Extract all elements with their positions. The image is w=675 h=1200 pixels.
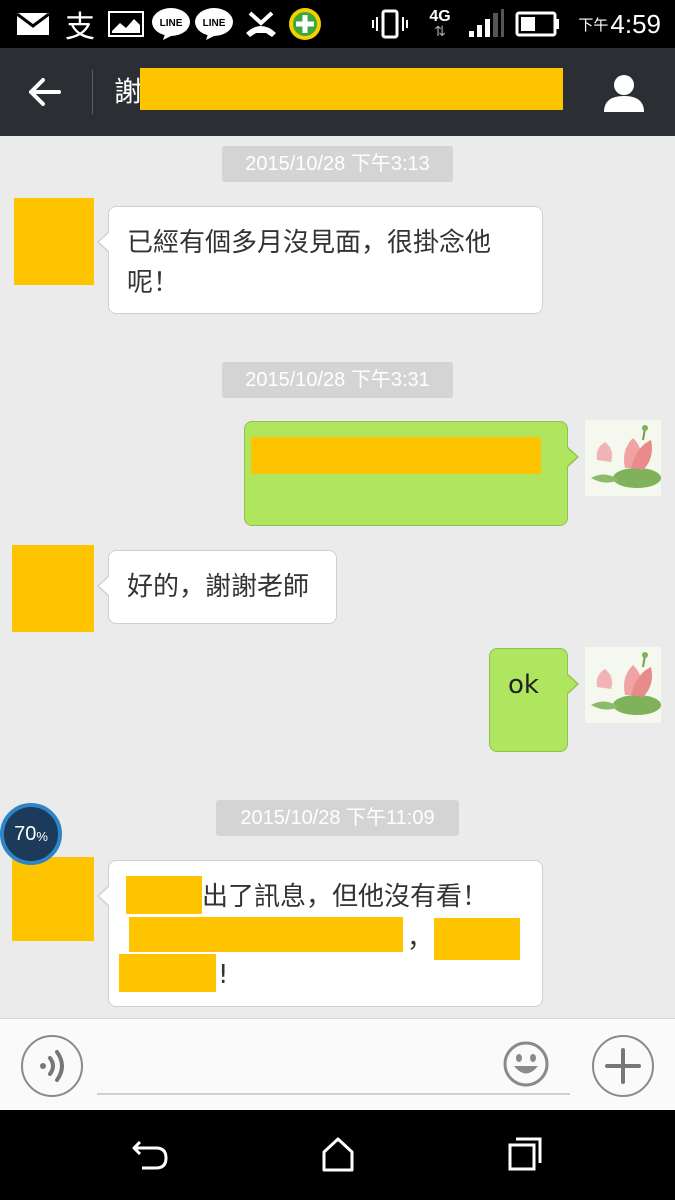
outgoing-message[interactable] <box>244 421 579 526</box>
message-redaction <box>434 918 520 960</box>
360-security-icon <box>286 8 324 40</box>
signal-icon <box>466 8 506 40</box>
system-nav-bar <box>0 1110 675 1200</box>
avatar[interactable] <box>12 545 94 632</box>
incoming-message[interactable]: 出了訊息，但他沒有看！ ， ! <box>97 860 543 1007</box>
battery-icon <box>514 8 562 40</box>
plus-icon <box>605 1048 641 1084</box>
nav-back-button[interactable] <box>130 1134 170 1174</box>
message-text: ok <box>508 670 539 700</box>
input-bar <box>0 1018 675 1110</box>
return-icon <box>132 1140 168 1170</box>
header-divider <box>92 70 93 114</box>
person-icon <box>604 75 644 112</box>
missed-call-icon <box>242 8 280 40</box>
alipay-icon: 支 <box>65 10 95 45</box>
chat-title: 謝 <box>114 75 143 108</box>
line-icon: LINE <box>150 8 192 40</box>
smiley-icon <box>503 1041 549 1087</box>
gallery-icon <box>106 8 146 40</box>
voice-wave-icon <box>40 1050 64 1082</box>
recents-icon <box>508 1137 542 1171</box>
gmail-icon <box>14 8 52 40</box>
line-icon: LINE <box>193 8 235 40</box>
avatar[interactable] <box>585 647 661 723</box>
avatar[interactable] <box>14 198 94 285</box>
svg-text:LINE: LINE <box>160 18 183 29</box>
avatar[interactable] <box>585 420 661 496</box>
nav-recents-button[interactable] <box>505 1134 545 1174</box>
network-4g-icon: 4G ⇅ <box>429 8 451 40</box>
floating-memory-badge[interactable]: 70% <box>0 803 62 865</box>
message-text: ! <box>218 960 229 990</box>
timestamp: 2015/10/28 下午3:13 <box>222 146 453 182</box>
status-bar: 支 LINE LINE 4G ⇅ 下午 4:59 <box>0 0 675 48</box>
profile-button[interactable] <box>601 70 647 116</box>
clock: 下午 4:59 <box>578 8 661 39</box>
message-text: 呢！ <box>127 268 180 298</box>
avatar[interactable] <box>12 857 94 941</box>
voice-button[interactable] <box>21 1035 83 1097</box>
message-text: 出了訊息，但他沒有看！ <box>202 882 489 912</box>
nav-home-button[interactable] <box>318 1134 358 1174</box>
message-redaction <box>251 437 541 474</box>
plus-button[interactable] <box>592 1035 654 1097</box>
message-text: ， <box>407 924 434 954</box>
message-input[interactable] <box>97 1039 570 1095</box>
lotus-flower-icon <box>585 420 661 496</box>
incoming-message[interactable]: 好的，謝謝老師 <box>97 550 337 624</box>
outgoing-message[interactable]: ok <box>489 648 579 752</box>
emoji-button[interactable] <box>503 1041 549 1087</box>
lotus-flower-icon <box>585 647 661 723</box>
message-text: 已經有個多月沒見面，很掛念他 <box>127 228 492 258</box>
timestamp: 2015/10/28 下午11:09 <box>216 800 459 836</box>
timestamp: 2015/10/28 下午3:31 <box>222 362 453 398</box>
message-redaction <box>119 954 216 992</box>
incoming-message[interactable]: 已經有個多月沒見面，很掛念他 呢！ <box>97 206 543 314</box>
svg-text:LINE: LINE <box>203 18 226 29</box>
chat-header: 謝 <box>0 48 675 136</box>
message-text: 好的，謝謝老師 <box>127 572 310 602</box>
vibrate-icon <box>372 8 408 40</box>
message-redaction <box>129 917 403 952</box>
title-redaction <box>140 68 563 110</box>
home-icon <box>322 1137 354 1172</box>
arrow-left-icon <box>29 78 61 106</box>
back-button[interactable] <box>20 70 70 114</box>
message-redaction <box>126 876 202 914</box>
